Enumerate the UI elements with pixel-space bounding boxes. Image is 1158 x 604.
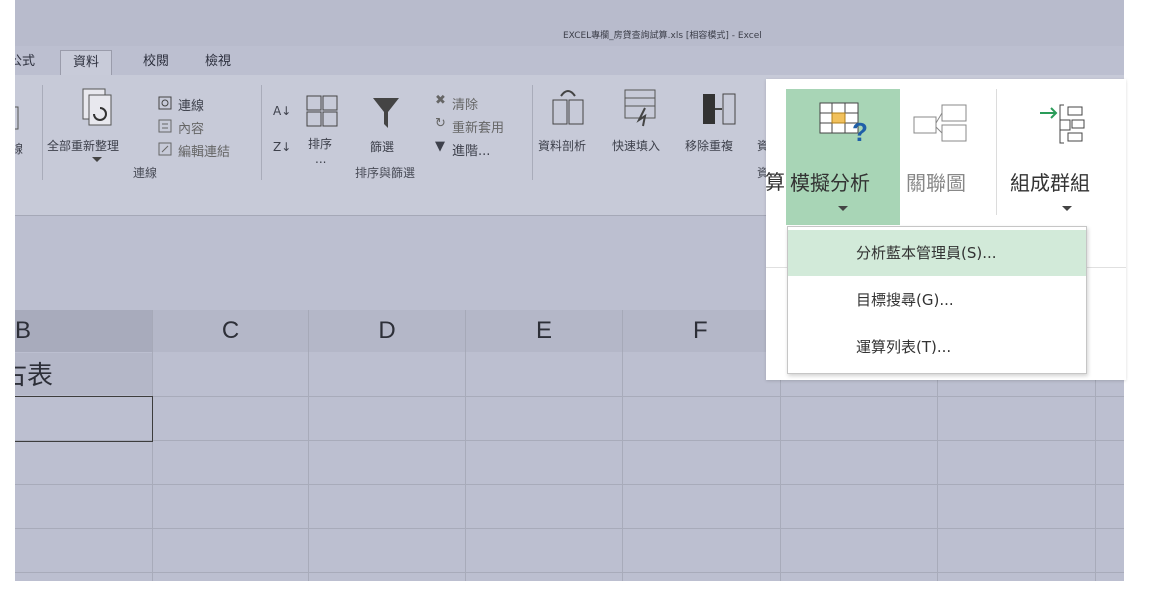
properties-button[interactable]: 內容 [178,118,204,137]
tab-view[interactable]: 檢視 [205,50,231,74]
title-bar: EXCEL專欄_房貸查詢試算.xls [相容模式] - Excel [15,0,1124,46]
active-cell-b2[interactable] [15,396,153,442]
flash-fill-icon [624,89,656,127]
relationships-icon [913,104,967,142]
group-label: 組成群組 [1010,171,1090,195]
reapply-button[interactable]: 重新套用 [452,117,504,136]
properties-icon [158,119,172,133]
group-label-connections: 連線 [133,166,158,180]
connections-partial-icon [15,106,19,130]
grid-line [15,440,1124,441]
refresh-dropdown-icon[interactable] [92,157,102,162]
calc-partial-button[interactable]: 算 [765,166,785,195]
advanced-button[interactable]: 進階... [452,140,490,159]
grid-line [780,352,781,581]
grid-line [308,352,309,581]
group-icon [1040,104,1085,144]
svg-text:?: ? [852,117,868,143]
what-if-analysis-icon: ? [819,102,868,143]
advanced-icon: ▼ [435,139,445,154]
clear-icon: ✖ [435,93,446,108]
separator [261,85,262,180]
tab-formulas[interactable]: 公式 [15,50,35,74]
filter-button[interactable]: 篩選 [370,138,394,155]
menu-item-data-table[interactable]: 運算列表(T)... [788,324,1086,370]
grid-line [465,352,466,581]
reapply-icon: ↻ [435,116,446,131]
filter-icon [373,98,399,128]
cell-b1[interactable]: 古表 [15,353,152,395]
sort-az-icon[interactable]: A↓ [273,104,291,118]
tab-data[interactable]: 資料 [60,50,113,75]
group-label-sort-filter: 排序與篩選 [355,166,416,180]
edit-links-button[interactable]: 編輯連結 [178,141,230,160]
remove-duplicates-button[interactable]: 移除重複 [685,137,733,154]
sort-button[interactable]: 排序 [308,135,332,152]
connections-button[interactable]: 連線 [178,95,204,114]
refresh-all-icon[interactable] [79,86,119,132]
menu-item-scenario-manager[interactable]: 分析藍本管理員(S)... [788,230,1086,276]
grid-line [152,352,153,581]
separator [532,85,533,180]
what-if-analysis-menu: 分析藍本管理員(S)... 目標搜尋(G)... 運算列表(T)... [787,226,1087,374]
clear-button[interactable]: 清除 [452,94,478,113]
window-title: EXCEL專欄_房貸查詢試算.xls [相容模式] - Excel [563,31,762,41]
grid-line [15,484,1124,485]
sort-za-icon[interactable]: Z↓ [273,140,291,154]
grid-line [15,528,1124,529]
connections-icon [158,96,172,110]
tab-review[interactable]: 校閱 [143,50,169,74]
column-header-e[interactable]: E [466,310,623,352]
relationships-label: 關聯圖 [906,171,966,195]
column-header-d[interactable]: D [309,310,466,352]
separator [996,89,997,215]
column-header-b[interactable]: B [15,310,153,352]
separator [42,85,43,180]
grid-line [937,352,938,581]
text-to-columns-icon [552,90,584,125]
sort-more: ... [315,152,327,166]
grid-line [622,352,623,581]
column-header-c[interactable]: C [153,310,309,352]
menu-item-goal-seek[interactable]: 目標搜尋(G)... [788,277,1086,323]
flash-fill-button[interactable]: 快速填入 [612,137,660,154]
grid-line [15,396,1124,397]
sort-icon [306,95,338,127]
what-if-analysis-button[interactable]: ? 模擬分析 [786,89,900,225]
refresh-all-button[interactable]: 全部重新整理 [47,137,119,154]
connections-partial-button[interactable]: 線 [15,140,23,157]
group-dropdown-icon[interactable] [1062,206,1072,211]
remove-duplicates-icon [703,93,736,125]
what-if-dropdown-icon[interactable] [838,206,848,211]
edit-links-icon [158,142,172,156]
text-to-columns-button[interactable]: 資料剖析 [538,137,586,154]
grid-line [15,572,1124,573]
group-button[interactable]: 組成群組 [1002,89,1126,225]
relationships-button[interactable]: 關聯圖 [902,89,996,225]
what-if-analysis-label: 模擬分析 [790,171,870,195]
grid-line [1095,352,1096,581]
